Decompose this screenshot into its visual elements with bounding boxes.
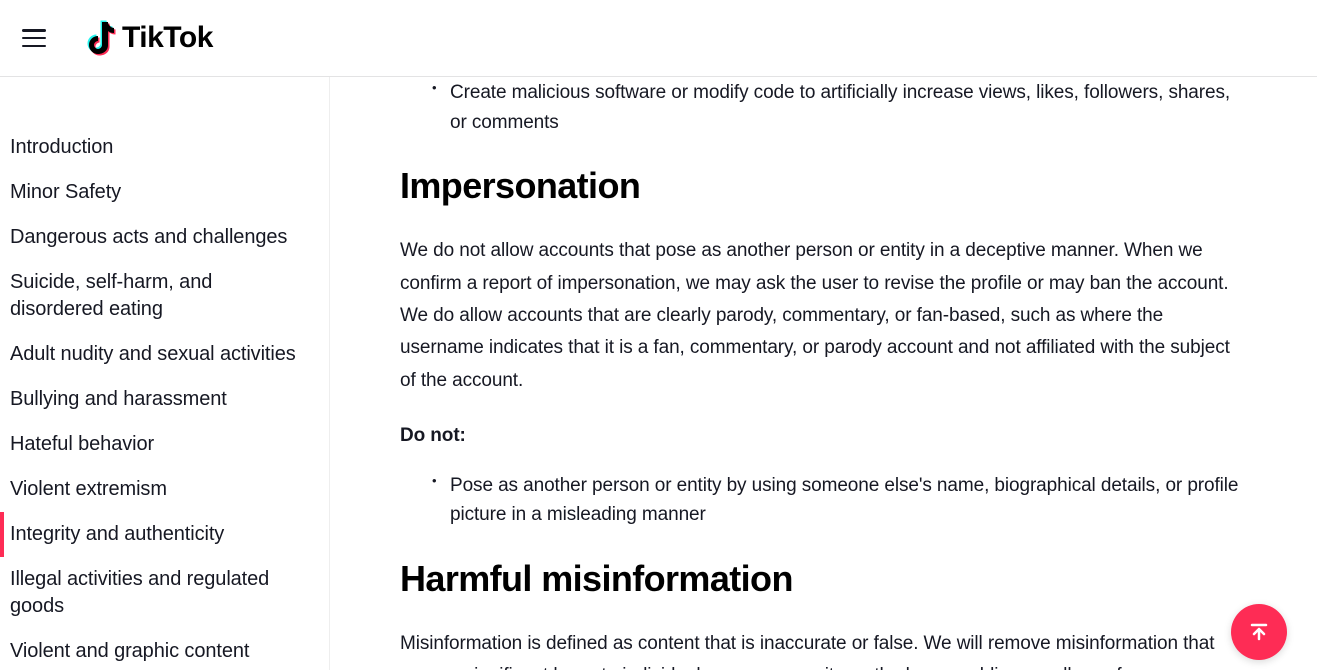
sidebar-item-dangerous-acts[interactable]: Dangerous acts and challenges [10, 215, 319, 260]
header: TikTok [0, 0, 1317, 77]
list-item: Pose as another person or entity by usin… [450, 471, 1250, 530]
sidebar-item-violent-graphic[interactable]: Violent and graphic content [10, 629, 319, 670]
arrow-up-to-line-icon [1247, 620, 1271, 644]
sidebar-item-suicide-self-harm[interactable]: Suicide, self-harm, and disordered eatin… [10, 260, 319, 332]
misinformation-body: Misinformation is defined as content tha… [400, 628, 1250, 670]
list-item: Create malicious software or modify code… [450, 78, 1250, 137]
sidebar-item-hateful-behavior[interactable]: Hateful behavior [10, 422, 319, 467]
lead-bullets: commercial spam Create malicious softwar… [400, 77, 1250, 137]
scroll-to-top-button[interactable] [1231, 604, 1287, 660]
logo-text: TikTok [122, 21, 213, 55]
heading-misinformation: Harmful misinformation [400, 558, 1250, 600]
sidebar-item-introduction[interactable]: Introduction [10, 125, 319, 170]
sidebar-item-illegal-activities[interactable]: Illegal activities and regulated goods [10, 557, 319, 629]
impersonation-donot-list: Pose as another person or entity by usin… [400, 471, 1250, 530]
sidebar-item-adult-nudity[interactable]: Adult nudity and sexual activities [10, 332, 319, 377]
impersonation-body: We do not allow accounts that pose as an… [400, 235, 1250, 396]
tiktok-note-icon [84, 19, 118, 57]
logo[interactable]: TikTok [84, 19, 213, 57]
donot-label: Do not: [400, 425, 1250, 447]
sidebar[interactable]: Introduction Minor Safety Dangerous acts… [0, 77, 330, 670]
heading-impersonation: Impersonation [400, 165, 1250, 207]
sidebar-item-integrity-authenticity[interactable]: Integrity and authenticity [0, 512, 319, 557]
sidebar-item-minor-safety[interactable]: Minor Safety [10, 170, 319, 215]
menu-icon[interactable] [22, 29, 46, 47]
sidebar-item-violent-extremism[interactable]: Violent extremism [10, 467, 319, 512]
main-content: commercial spam Create malicious softwar… [330, 77, 1317, 670]
sidebar-item-bullying[interactable]: Bullying and harassment [10, 377, 319, 422]
